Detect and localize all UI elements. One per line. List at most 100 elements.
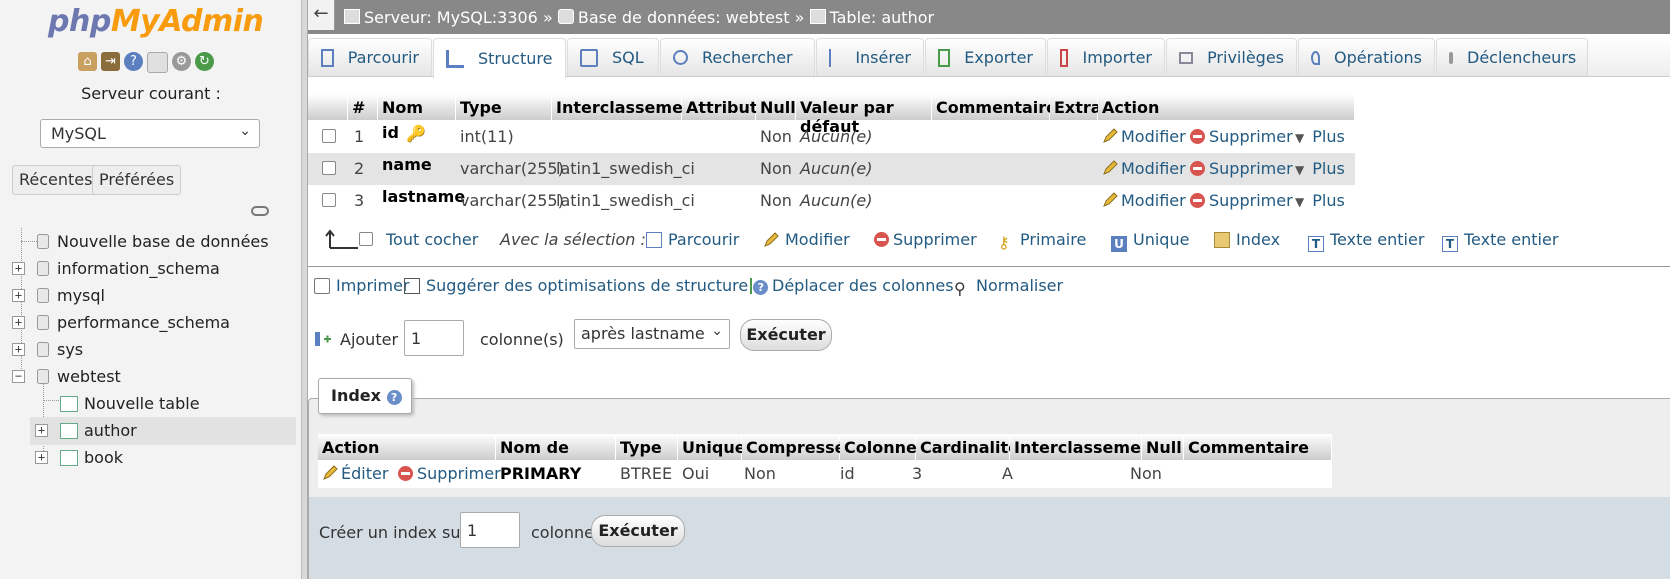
- expand-icon[interactable]: +: [12, 343, 25, 356]
- row-checkbox[interactable]: [322, 193, 336, 207]
- expand-icon[interactable]: +: [12, 262, 25, 275]
- tab-label: Structure: [478, 49, 553, 68]
- breadcrumb: Serveur: MySQL:3306 » Base de données: w…: [344, 8, 934, 27]
- delete-index-link[interactable]: Supprimer: [398, 464, 501, 483]
- search-icon: [673, 50, 688, 65]
- reload-icon[interactable]: ↻: [195, 52, 214, 71]
- tree-item-performance-schema[interactable]: + performance_schema: [0, 309, 296, 337]
- bulk-fulltext-button-2[interactable]: T Texte entier: [1442, 230, 1558, 252]
- tab-bar: Parcourir Structure SQL Rechercher Insér…: [308, 34, 1670, 78]
- database-icon: [37, 288, 49, 303]
- tree-item-label: Nouvelle table: [84, 394, 200, 413]
- check-all-label[interactable]: Tout cocher: [386, 230, 478, 249]
- row-checkbox[interactable]: [322, 161, 336, 175]
- expand-icon[interactable]: +: [12, 316, 25, 329]
- help-icon[interactable]: ?: [386, 390, 402, 405]
- delete-link[interactable]: Supprimer: [1190, 159, 1293, 178]
- breadcrumb-database[interactable]: Base de données: webtest: [578, 8, 790, 27]
- with-selection-bar: Tout cocher Avec la sélection : Parcouri…: [308, 222, 1670, 267]
- bulk-delete-label: Supprimer: [893, 230, 977, 249]
- database-icon: [37, 315, 49, 330]
- tree-item-book[interactable]: + book: [30, 444, 296, 472]
- breadcrumb-table[interactable]: Table: author: [830, 8, 935, 27]
- bulk-index-button[interactable]: Index: [1214, 230, 1280, 249]
- delete-link[interactable]: Supprimer: [1190, 191, 1293, 210]
- tree-item-new-table[interactable]: Nouvelle table: [0, 390, 296, 418]
- tab-sql[interactable]: SQL: [567, 38, 659, 76]
- tree-item-webtest[interactable]: − webtest: [0, 363, 296, 391]
- more-dropdown[interactable]: ▼ Plus: [1295, 127, 1345, 146]
- help-icon[interactable]: ?: [124, 52, 143, 71]
- expand-icon[interactable]: +: [35, 451, 48, 464]
- breadcrumb-server[interactable]: Serveur: MySQL:3306: [364, 8, 538, 27]
- modify-link[interactable]: Modifier: [1102, 159, 1186, 178]
- tree-item-label: book: [84, 448, 123, 467]
- tab-label: SQL: [612, 48, 644, 67]
- expand-icon[interactable]: +: [35, 424, 48, 437]
- tab-browse[interactable]: Parcourir: [308, 38, 432, 76]
- suggest-structure-link[interactable]: Suggérer des optimisations de structure …: [404, 276, 769, 295]
- delete-label: Supprimer: [1209, 127, 1293, 146]
- normalize-link[interactable]: ⚲ Normaliser: [954, 276, 1063, 298]
- collapse-icon[interactable]: −: [12, 370, 25, 383]
- import-icon: [1060, 48, 1069, 67]
- tab-search[interactable]: Rechercher: [660, 38, 815, 76]
- tab-export[interactable]: Exporter: [925, 38, 1046, 76]
- bulk-unique-button[interactable]: U Unique: [1111, 230, 1189, 252]
- column-null: Non: [760, 127, 792, 146]
- tree-item-author[interactable]: + author: [30, 417, 296, 445]
- tree-item-new-database[interactable]: Nouvelle base de données: [0, 228, 296, 256]
- modify-link[interactable]: Modifier: [1102, 127, 1186, 146]
- add-columns-count-input[interactable]: 1: [404, 320, 464, 356]
- tree-item-label: webtest: [57, 367, 121, 386]
- delete-link[interactable]: Supprimer: [1190, 127, 1293, 146]
- tab-insert[interactable]: Insérer: [816, 38, 924, 76]
- row-checkbox[interactable]: [322, 129, 336, 143]
- link-with-main-icon[interactable]: [251, 206, 269, 216]
- tree-item-mysql[interactable]: + mysql: [0, 282, 296, 310]
- move-columns-link[interactable]: Déplacer des colonnes: [750, 276, 954, 295]
- add-columns-go-button[interactable]: Exécuter: [740, 319, 832, 351]
- recent-tables-button[interactable]: Récentes: [12, 165, 100, 195]
- more-dropdown[interactable]: ▼ Plus: [1295, 191, 1345, 210]
- settings-icon[interactable]: ⚙: [172, 52, 191, 71]
- column-name[interactable]: lastname: [382, 187, 465, 206]
- phpmyadmin-logo[interactable]: phpMyAdmin: [48, 4, 264, 39]
- docs-icon[interactable]: [147, 52, 168, 73]
- check-all-checkbox[interactable]: [359, 232, 373, 246]
- bulk-delete-button[interactable]: Supprimer: [874, 230, 977, 249]
- bulk-fulltext-label: Texte entier: [1464, 230, 1559, 249]
- column-name[interactable]: id: [382, 123, 399, 142]
- modify-label: Modifier: [1121, 159, 1186, 178]
- tab-privileges[interactable]: Privilèges: [1166, 38, 1297, 76]
- logout-icon[interactable]: ⇥: [101, 52, 120, 71]
- structure-header-type: Type: [456, 94, 552, 120]
- collapse-navigation-button[interactable]: ←: [308, 0, 335, 30]
- bulk-fulltext-button[interactable]: T Texte entier: [1308, 230, 1424, 252]
- add-columns-label: Ajouter: [340, 330, 399, 349]
- bulk-fulltext-label: Texte entier: [1330, 230, 1425, 249]
- bulk-primary-button[interactable]: ⚷ Primaire: [998, 230, 1086, 252]
- favorite-tables-button[interactable]: Préférées: [92, 165, 182, 195]
- more-dropdown[interactable]: ▼ Plus: [1295, 159, 1345, 178]
- create-index-go-button[interactable]: Exécuter: [591, 515, 685, 547]
- tab-triggers[interactable]: Déclencheurs: [1436, 38, 1588, 76]
- tab-operations[interactable]: Opérations: [1298, 38, 1435, 76]
- row-num: 3: [354, 191, 365, 210]
- server-select[interactable]: MySQL ⌄: [40, 119, 260, 148]
- bulk-browse-button[interactable]: Parcourir: [646, 230, 739, 249]
- home-icon[interactable]: ⌂: [78, 52, 97, 71]
- tree-item-sys[interactable]: + sys: [0, 336, 296, 364]
- column-name[interactable]: name: [382, 155, 432, 174]
- add-columns-position-select[interactable]: après lastname ⌄: [574, 319, 730, 349]
- tree-item-information-schema[interactable]: + information_schema: [0, 255, 296, 283]
- bulk-modify-button[interactable]: Modifier: [763, 230, 850, 249]
- print-link[interactable]: Imprimer: [314, 276, 410, 295]
- tab-structure[interactable]: Structure: [433, 38, 566, 78]
- delete-label: Supprimer: [1209, 191, 1293, 210]
- tab-import[interactable]: Importer: [1047, 38, 1165, 76]
- edit-index-link[interactable]: Éditer: [322, 464, 388, 483]
- expand-icon[interactable]: +: [12, 289, 25, 302]
- modify-link[interactable]: Modifier: [1102, 191, 1186, 210]
- create-index-count-input[interactable]: 1: [460, 512, 520, 548]
